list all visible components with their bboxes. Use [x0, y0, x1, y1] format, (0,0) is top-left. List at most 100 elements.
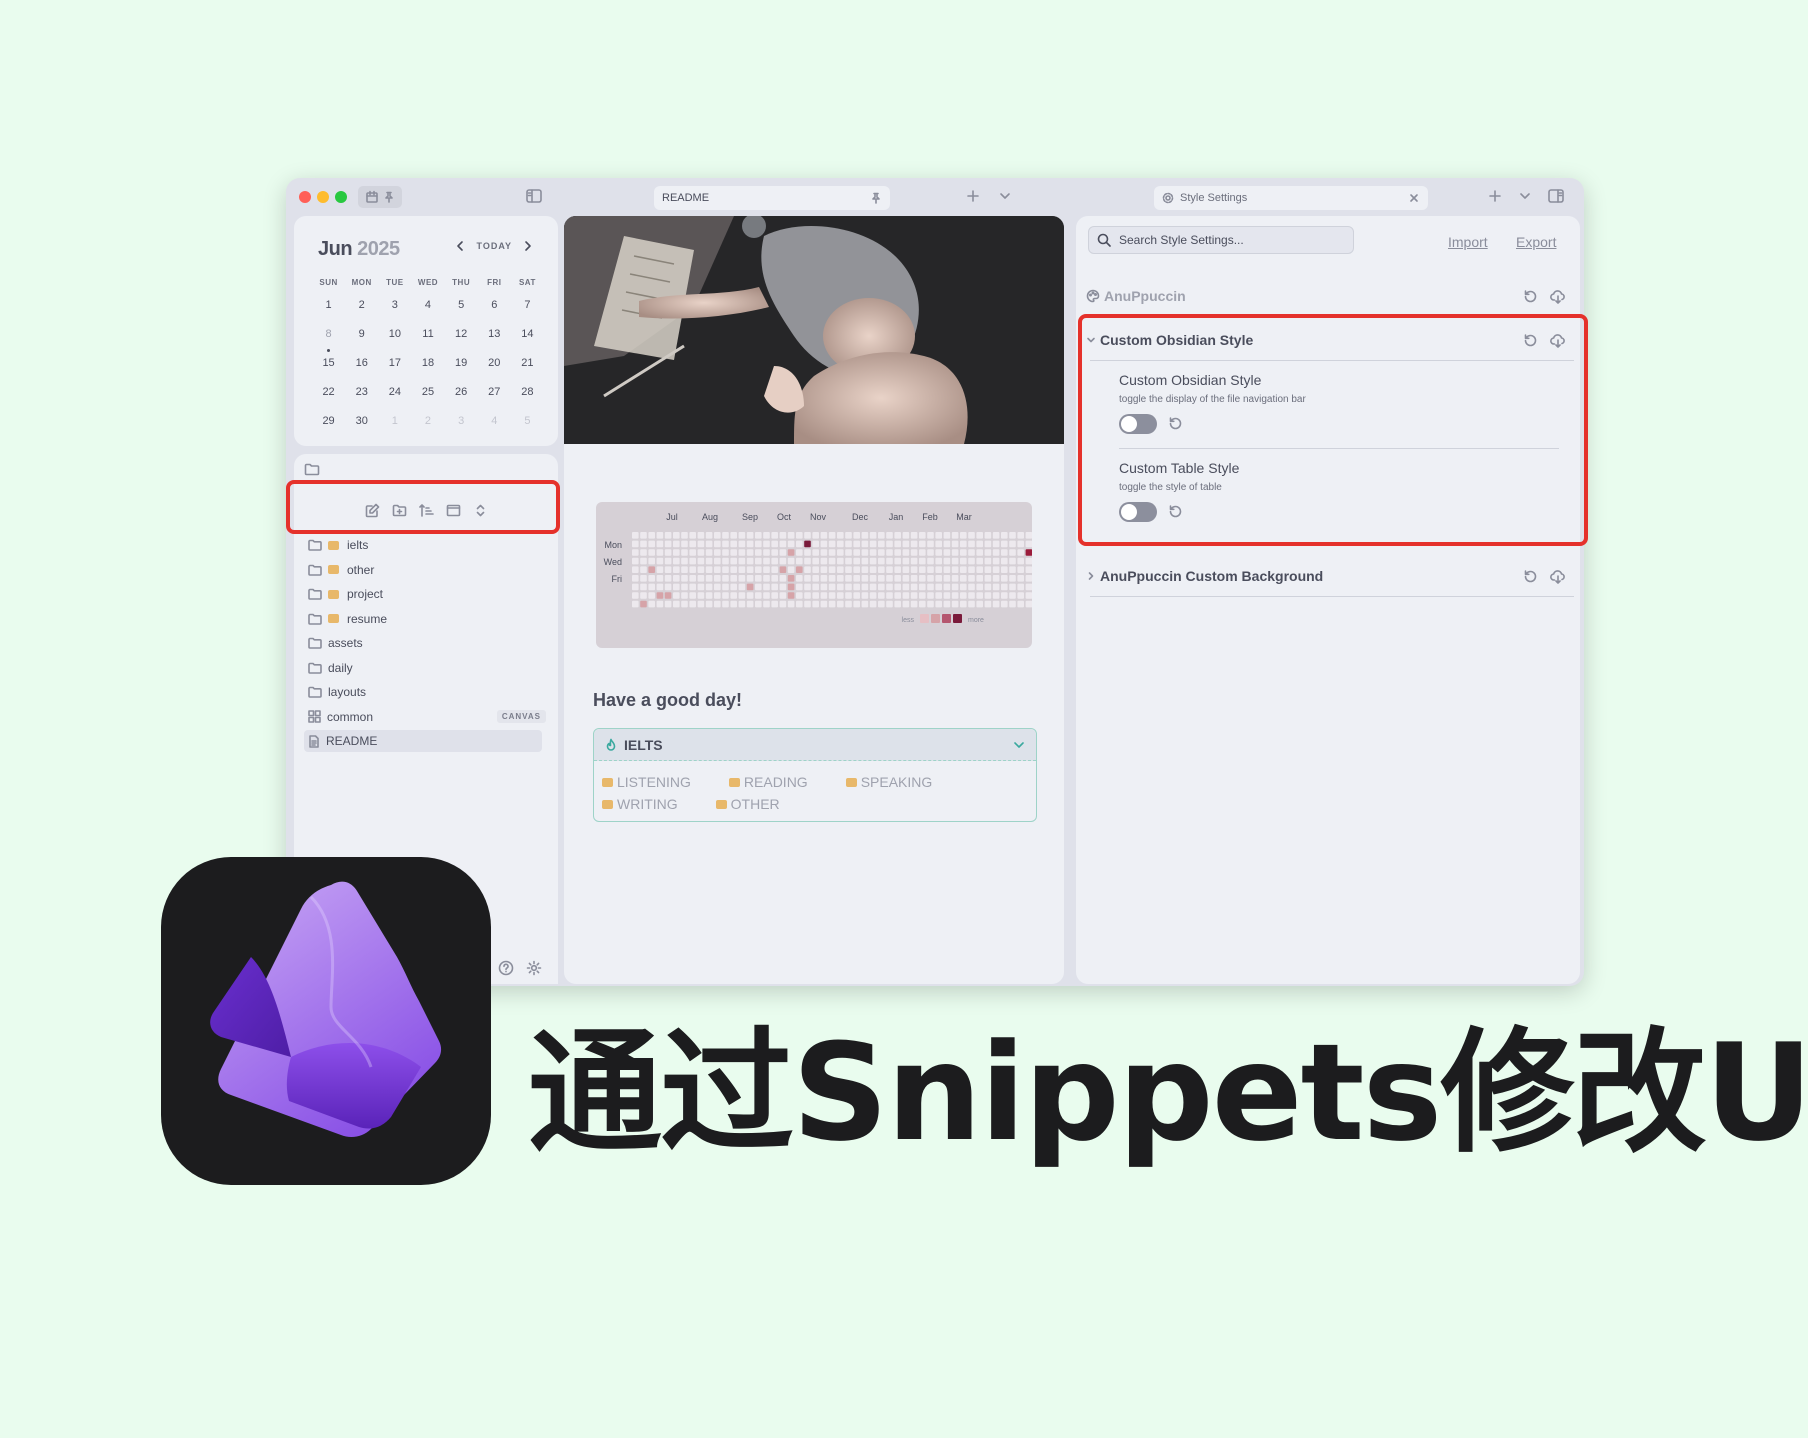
heatmap-cell[interactable]: [976, 549, 983, 556]
heatmap-cell[interactable]: [804, 549, 811, 556]
heatmap-cell[interactable]: [779, 557, 787, 565]
heatmap-cell[interactable]: [861, 532, 869, 539]
heatmap-cell[interactable]: [697, 557, 705, 565]
heatmap-cell[interactable]: [697, 600, 705, 608]
heatmap-cell[interactable]: [763, 600, 770, 608]
heatmap-cell[interactable]: [632, 557, 639, 565]
heatmap-cell[interactable]: [943, 600, 951, 608]
heatmap-cell[interactable]: [714, 600, 721, 608]
heatmap-cell[interactable]: [943, 566, 951, 573]
heatmap-cell[interactable]: [902, 540, 910, 548]
heatmap-cell[interactable]: [902, 557, 910, 565]
heatmap-cell[interactable]: [960, 575, 967, 582]
calendar-day[interactable]: 2: [411, 410, 444, 439]
section-anuppuccin-custom-background[interactable]: AnuPpuccin Custom Background: [1086, 564, 1574, 588]
heatmap-cell[interactable]: [984, 532, 992, 539]
heatmap-cell[interactable]: [869, 575, 877, 582]
heatmap-cell[interactable]: [837, 592, 844, 599]
heatmap-cell[interactable]: [853, 566, 860, 573]
heatmap-cell[interactable]: [828, 549, 836, 556]
heatmap-cell[interactable]: [951, 566, 959, 573]
heatmap-cell[interactable]: [902, 532, 910, 539]
heatmap-cell[interactable]: [984, 600, 992, 608]
heatmap-cell[interactable]: [910, 583, 918, 591]
heatmap-cell[interactable]: [869, 600, 877, 608]
calendar-day[interactable]: 5: [445, 294, 478, 323]
calendar-day[interactable]: 17: [378, 352, 411, 381]
heatmap-cell[interactable]: [886, 557, 893, 565]
heatmap-cell[interactable]: [787, 532, 795, 539]
heatmap-cell[interactable]: [648, 592, 655, 599]
heatmap-cell[interactable]: [804, 532, 811, 539]
heatmap-cell[interactable]: [689, 540, 696, 548]
heatmap-cell[interactable]: [1009, 557, 1016, 565]
heatmap-cell[interactable]: [820, 557, 828, 565]
heatmap-cell[interactable]: [804, 600, 811, 608]
callout-link[interactable]: WRITING: [602, 793, 678, 815]
heatmap-cell[interactable]: [943, 557, 951, 565]
heatmap-cell[interactable]: [640, 592, 647, 599]
heatmap-cell[interactable]: [910, 592, 918, 599]
heatmap-cell[interactable]: [738, 566, 746, 573]
heatmap-cell[interactable]: [943, 592, 951, 599]
heatmap-cell[interactable]: [910, 549, 918, 556]
heatmap-cell[interactable]: [796, 575, 803, 582]
heatmap-cell[interactable]: [1001, 592, 1008, 599]
heatmap-cell[interactable]: [689, 592, 696, 599]
heatmap-cell[interactable]: [673, 575, 680, 582]
heatmap-cell[interactable]: [812, 600, 819, 608]
heatmap-cell[interactable]: [681, 549, 688, 556]
heatmap-cell[interactable]: [951, 557, 959, 565]
calendar-tab-group[interactable]: [358, 186, 402, 208]
calendar-day[interactable]: 3: [445, 410, 478, 439]
heatmap-cell[interactable]: [1009, 549, 1016, 556]
file-tree-item[interactable]: project: [308, 583, 546, 605]
heatmap-cell[interactable]: [796, 540, 803, 548]
heatmap-cell[interactable]: [746, 592, 754, 599]
heatmap-cell[interactable]: [869, 566, 877, 573]
heatmap-cell[interactable]: [951, 600, 959, 608]
heatmap-cell[interactable]: [779, 575, 787, 582]
calendar-day[interactable]: 22: [312, 381, 345, 410]
heatmap-cell[interactable]: [796, 549, 803, 556]
heatmap-cell[interactable]: [730, 540, 737, 548]
heatmap-cell[interactable]: [861, 557, 869, 565]
heatmap-cell[interactable]: [664, 557, 672, 565]
heatmap-cell[interactable]: [812, 549, 819, 556]
heatmap-cell[interactable]: [845, 549, 852, 556]
help-icon[interactable]: [498, 960, 514, 976]
heatmap-cell[interactable]: [714, 532, 721, 539]
heatmap-cell[interactable]: [796, 592, 803, 599]
heatmap-cell[interactable]: [927, 532, 934, 539]
heatmap-cell[interactable]: [861, 592, 869, 599]
heatmap-cell[interactable]: [960, 532, 967, 539]
pin-icon[interactable]: [870, 192, 882, 204]
heatmap-cell[interactable]: [648, 566, 655, 573]
heatmap-cell[interactable]: [837, 566, 844, 573]
heatmap-cell[interactable]: [902, 566, 910, 573]
heatmap-cell[interactable]: [648, 540, 655, 548]
heatmap-cell[interactable]: [927, 557, 934, 565]
calendar-day[interactable]: 16: [345, 352, 378, 381]
heatmap-cell[interactable]: [1001, 557, 1008, 565]
heatmap-cell[interactable]: [927, 600, 934, 608]
heatmap-cell[interactable]: [861, 583, 869, 591]
heatmap-cell[interactable]: [878, 557, 885, 565]
heatmap-cell[interactable]: [738, 549, 746, 556]
calendar-day[interactable]: 25: [411, 381, 444, 410]
heatmap-cell[interactable]: [738, 557, 746, 565]
heatmap-cell[interactable]: [714, 540, 721, 548]
heatmap-cell[interactable]: [984, 566, 992, 573]
heatmap-cell[interactable]: [656, 532, 664, 539]
heatmap-cell[interactable]: [673, 549, 680, 556]
heatmap-cell[interactable]: [787, 540, 795, 548]
heatmap-cell[interactable]: [992, 540, 1000, 548]
heatmap-cell[interactable]: [648, 583, 655, 591]
heatmap-cell[interactable]: [984, 575, 992, 582]
calendar-day[interactable]: 28: [511, 381, 544, 410]
heatmap-cell[interactable]: [1025, 549, 1033, 556]
heatmap-cell[interactable]: [960, 566, 967, 573]
calendar-day[interactable]: 23: [345, 381, 378, 410]
heatmap-cell[interactable]: [919, 549, 926, 556]
heatmap-cell[interactable]: [730, 557, 737, 565]
